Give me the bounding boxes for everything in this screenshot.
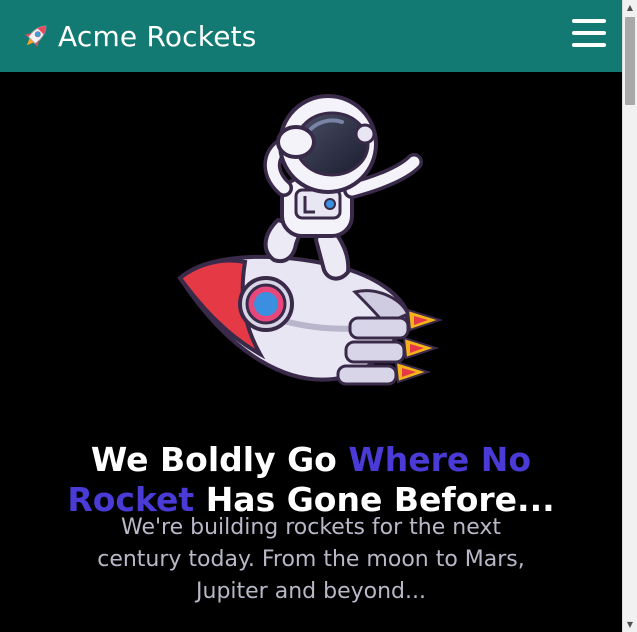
hero-headline: We Boldly Go Where No Rocket Has Gone Bef… [0,440,622,520]
headline-accent-1: Where No [348,440,532,480]
rocket-icon [24,25,47,48]
brand-name: Acme Rockets [58,19,257,53]
scroll-down-arrow-icon[interactable]: ▼ [623,617,637,632]
hamburger-menu-icon[interactable] [572,16,606,50]
scroll-thumb[interactable] [625,17,635,105]
scroll-up-arrow-icon[interactable]: ▲ [623,0,637,15]
brand-link[interactable]: Acme Rockets [20,20,257,53]
hero-subtext: We're building rockets for the next cent… [97,515,525,604]
page-scrollbar[interactable]: ▲ ▼ [622,0,637,632]
astronaut-on-rocket-illustration [177,94,444,386]
top-navbar: Acme Rockets [0,0,622,72]
offscreen-content-edge [0,622,622,632]
headline-text-1: We Boldly Go [90,440,349,480]
